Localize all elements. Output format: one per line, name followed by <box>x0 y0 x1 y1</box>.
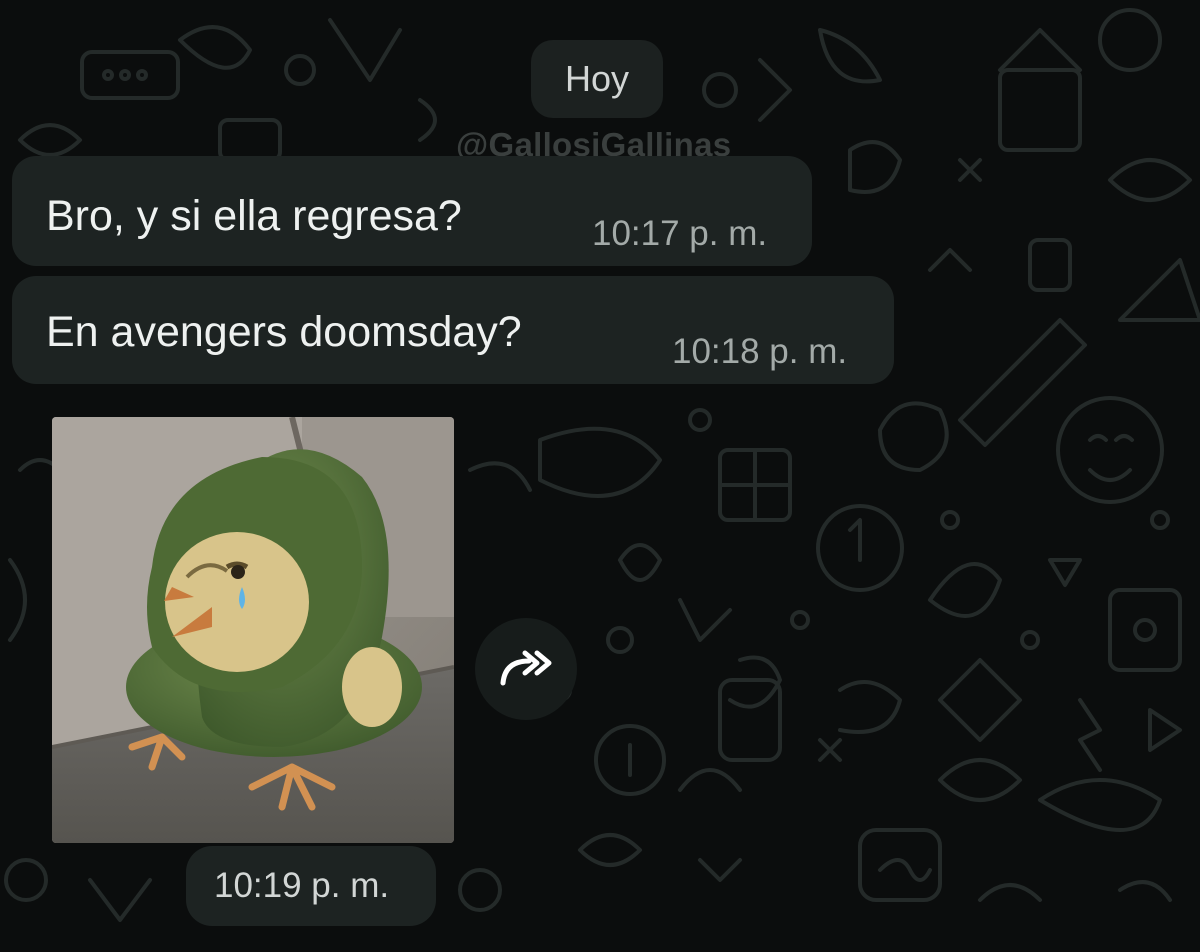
message-time: 10:17 p. m. <box>592 214 768 253</box>
message-bubble[interactable]: En avengers doomsday? 10:18 p. m. <box>12 276 894 384</box>
sticker-time-chip: 10:19 p. m. <box>186 846 436 926</box>
message-time: 10:18 p. m. <box>672 332 848 371</box>
forward-button[interactable] <box>475 618 577 720</box>
sticker-image <box>52 417 454 843</box>
forward-icon <box>500 650 552 686</box>
sad-chick-sticker[interactable] <box>52 417 454 843</box>
message-text: Bro, y si ella regresa? <box>46 192 462 240</box>
chat-screen: Hoy @GallosiGallinas Bro, y si ella regr… <box>0 0 1200 952</box>
sticker-time: 10:19 p. m. <box>214 866 390 905</box>
message-text: En avengers doomsday? <box>46 308 522 356</box>
message-bubble[interactable]: Bro, y si ella regresa? 10:17 p. m. <box>12 156 812 266</box>
date-divider: Hoy <box>531 40 663 118</box>
